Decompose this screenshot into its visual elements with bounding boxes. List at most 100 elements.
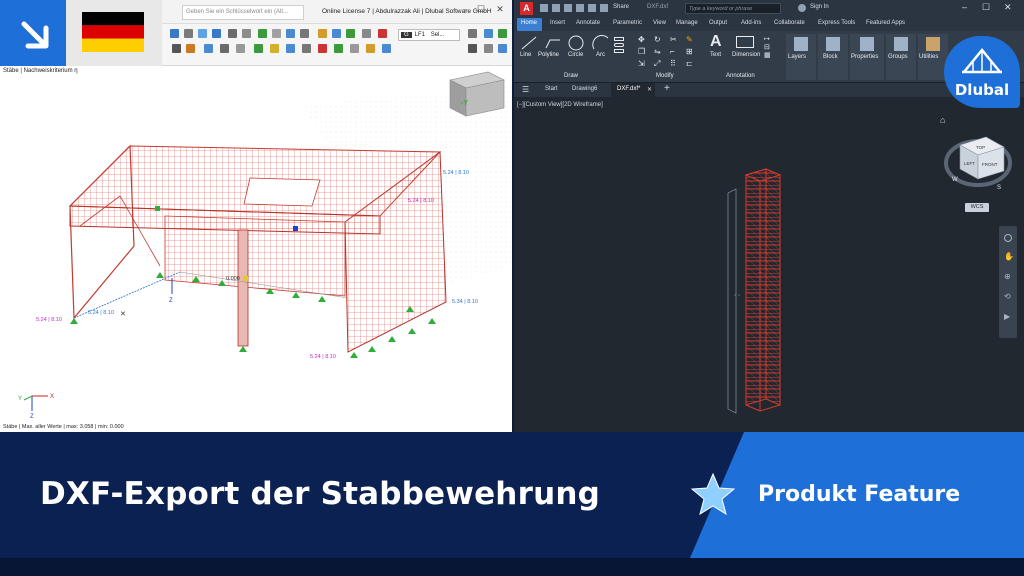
trim-icon[interactable]: ✂ (670, 35, 677, 44)
modify-group-label[interactable]: Modify (656, 73, 674, 79)
tab-manage[interactable]: Manage (676, 20, 698, 26)
minimize-icon[interactable]: – (962, 2, 967, 12)
toolbar-icon-11[interactable] (318, 29, 327, 38)
qat-undo-icon[interactable] (588, 4, 596, 12)
dimension-button[interactable]: Dimension (732, 52, 760, 58)
properties-panel[interactable]: Properties (850, 34, 884, 80)
toolbar-icon-14[interactable] (362, 29, 371, 38)
tab-featured-apps[interactable]: Featured Apps (866, 20, 905, 26)
toolbar-icon-20[interactable] (186, 44, 195, 53)
pan-icon[interactable]: ✋ (1004, 252, 1014, 261)
share-button[interactable]: Share (613, 4, 629, 10)
circle-button[interactable]: Circle (568, 52, 583, 58)
toolbar-icon-21[interactable] (204, 44, 213, 53)
tab-parametric[interactable]: Parametric (613, 20, 642, 26)
minimize-icon[interactable]: – (458, 4, 472, 14)
mirror-icon[interactable]: ⇋ (654, 47, 661, 56)
tab-insert[interactable]: Insert (550, 20, 565, 26)
showmotion-icon[interactable]: ▶ (1004, 312, 1010, 321)
toolbar-icon-9[interactable] (286, 29, 295, 38)
rfem-3d-model-view[interactable]: 5.24 | 8.10 5.24 | 8.10 5.24 | 8.10 5.34… (0, 66, 512, 432)
tab-collaborate[interactable]: Collaborate (774, 20, 805, 26)
draw-extra-icons[interactable] (614, 35, 630, 63)
block-panel[interactable]: Block (818, 34, 848, 80)
offset-icon[interactable]: ⊏ (686, 59, 693, 68)
text-button[interactable]: Text (710, 52, 721, 58)
rfem-view-cube[interactable]: -Y (449, 71, 505, 117)
toolbar-icon-29[interactable] (334, 44, 343, 53)
annotation-group-label[interactable]: Annotation (726, 73, 755, 79)
load-case-select[interactable]: G LF1 Sel... (398, 29, 460, 41)
dimension-icon[interactable] (736, 36, 754, 48)
erase-icon[interactable]: ✎ (686, 35, 693, 44)
toolbar-icon-27[interactable] (302, 44, 311, 53)
toolbar-icon-23[interactable] (236, 44, 245, 53)
toolbar-icon-24[interactable] (254, 44, 263, 53)
toolbar-icon-7[interactable] (258, 29, 267, 38)
navigation-bar[interactable]: ✋ ⊕ ⟲ ▶ (999, 226, 1017, 338)
qat-save-icon[interactable] (564, 4, 572, 12)
copy-icon[interactable]: ❐ (638, 47, 645, 56)
tab-addins[interactable]: Add-ins (741, 20, 761, 26)
explode-icon[interactable]: ⊞ (686, 47, 693, 56)
qat-open-icon[interactable] (552, 4, 560, 12)
toolbar-icon-32[interactable] (382, 44, 391, 53)
file-tab-close-icon[interactable]: ✕ (647, 86, 652, 93)
new-tab-icon[interactable]: + (664, 83, 670, 94)
toolbar-icon-3[interactable] (198, 29, 207, 38)
file-tab-dxf[interactable]: DXF.dxf* (617, 86, 640, 92)
toolbar-icon-12[interactable] (332, 29, 341, 38)
fillet-icon[interactable]: ⌐ (670, 47, 675, 56)
tab-home[interactable]: Home (521, 20, 537, 26)
close-icon[interactable]: ✕ (1004, 2, 1012, 13)
toolbar-icon-19[interactable] (172, 44, 181, 53)
polyline-button[interactable]: Polyline (538, 52, 559, 58)
maximize-icon[interactable]: ☐ (474, 4, 488, 15)
autocad-drawing-area[interactable]: ⌖ ⌂ TOP FRONT LEFT W S (514, 97, 1024, 432)
toolbar-icon-30[interactable] (350, 44, 359, 53)
move-icon[interactable]: ✥ (638, 35, 645, 44)
autocad-search-input[interactable]: Type a keyword or phrase (685, 3, 781, 14)
arc-button[interactable]: Arc (596, 52, 605, 58)
toolbar-icon-16[interactable] (468, 29, 477, 38)
qat-redo-icon[interactable] (600, 4, 608, 12)
toolbar-icon-31[interactable] (366, 44, 375, 53)
toolbar-icon-8[interactable] (272, 29, 281, 38)
file-tab-start[interactable]: Start (545, 86, 558, 92)
toolbar-icon-33[interactable] (468, 44, 477, 53)
toolbar-icon-17[interactable] (484, 29, 493, 38)
toolbar-icon-10[interactable] (300, 29, 309, 38)
toolbar-icon-25[interactable] (270, 44, 279, 53)
maximize-icon[interactable]: ☐ (982, 2, 990, 13)
steering-wheel-icon[interactable] (1004, 234, 1012, 242)
layers-panel[interactable]: Layers (786, 34, 816, 80)
menu-icon[interactable]: ☰ (522, 85, 529, 94)
line-button[interactable]: Line (520, 52, 531, 58)
file-tab-drawing6[interactable]: Drawing6 (572, 86, 597, 92)
modify-tools[interactable]: ✥ ↻ ✂ ✎ ❐ ⇋ ⌐ ⊞ ⇲ ⤢ ⠿ ⊏ (636, 35, 708, 69)
toolbar-icon-35[interactable] (498, 44, 507, 53)
autocad-logo[interactable]: A (520, 2, 533, 15)
zoom-icon[interactable]: ⊕ (1004, 272, 1011, 281)
annotation-extra-icons[interactable]: ↦ ⊟ ▦ (764, 35, 778, 65)
toolbar-icon-34[interactable] (484, 44, 493, 53)
tab-annotate[interactable]: Annotate (576, 20, 600, 26)
toolbar-icon-15[interactable] (378, 29, 387, 38)
draw-group-label[interactable]: Draw (564, 73, 578, 79)
toolbar-icon-5[interactable] (228, 29, 237, 38)
tab-express-tools[interactable]: Express Tools (818, 20, 855, 26)
text-icon[interactable]: A (710, 33, 722, 51)
sign-in-button[interactable]: Sign In (810, 4, 829, 10)
scale-icon[interactable]: ⤢ (654, 59, 660, 69)
qat-saveas-icon[interactable] (576, 4, 584, 12)
wcs-button[interactable]: WCS (965, 203, 989, 212)
toolbar-icon-2[interactable] (184, 29, 193, 38)
tab-output[interactable]: Output (709, 20, 727, 26)
tab-view[interactable]: View (653, 20, 666, 26)
close-icon[interactable]: ✕ (493, 4, 507, 15)
toolbar-icon-18[interactable] (498, 29, 507, 38)
array-icon[interactable]: ⠿ (670, 59, 676, 68)
toolbar-icon-1[interactable] (170, 29, 179, 38)
groups-panel[interactable]: Groups (886, 34, 916, 80)
rfem-search-input[interactable]: Geben Sie ein Schlüsselwort ein (Alt... (182, 5, 304, 20)
